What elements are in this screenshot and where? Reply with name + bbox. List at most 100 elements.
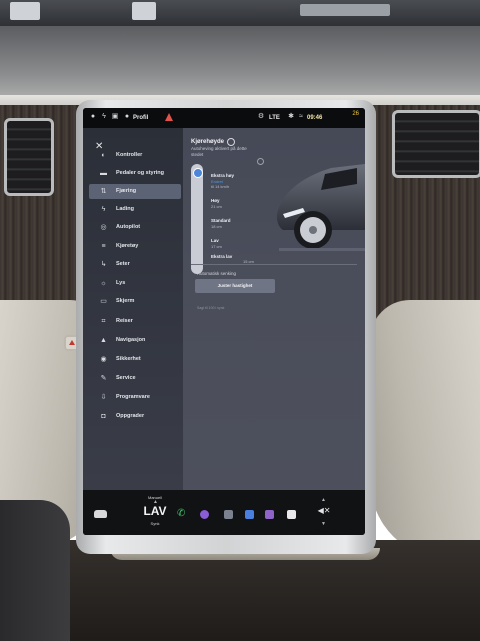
volume-down-icon[interactable]: ▼: [321, 522, 326, 527]
settings-sidebar: ✕ ◐ Kontroller ▬ Pedaler og styring ⇅ Fjæring…: [83, 128, 183, 490]
sidebar-item-label: Kontroller: [116, 152, 143, 158]
bluetooth-icon: ✱: [288, 113, 294, 120]
sidebar-item[interactable]: ✎ Service: [89, 371, 181, 386]
level-extra-high[interactable]: Ekstra høy: [211, 173, 234, 178]
navigation-icon: ▲: [100, 337, 107, 344]
sidebar-item[interactable]: ☼ Lys: [89, 276, 181, 291]
adjust-speed-button[interactable]: Juster hastighet: [195, 279, 275, 293]
sidebar-item-label: Seter: [116, 261, 130, 267]
lock-icon: ◉: [100, 356, 107, 363]
window-glare: [10, 2, 40, 20]
sidebar-item[interactable]: ▲ Navigasjon: [89, 333, 181, 348]
steering-wheel-icon: ◎: [100, 224, 107, 231]
adjust-speed-label: Juster hastighet: [217, 283, 253, 288]
car-icon[interactable]: [94, 510, 107, 518]
ride-height-knob[interactable]: [193, 168, 203, 178]
sidebar-item-label: Lading: [116, 206, 135, 212]
car-render: [276, 164, 365, 251]
level-extra-high-note: til 14 km/h: [211, 184, 230, 189]
sidebar-item[interactable]: ▭ Skjerm: [89, 294, 181, 309]
wrench-icon: ✎: [100, 375, 107, 382]
sidebar-item-label: Pedaler og styring: [116, 170, 164, 176]
knee: [0, 500, 70, 641]
sidebar-item-label: Reiser: [116, 318, 133, 324]
outside-temperature: 26: [352, 111, 359, 117]
seat-icon: ↳: [100, 261, 107, 268]
level-low[interactable]: Lav: [211, 238, 219, 243]
sidebar-item[interactable]: ϟ Lading: [89, 202, 181, 217]
info-icon[interactable]: [227, 138, 235, 146]
sidebar-item-label: Skjerm: [116, 298, 135, 304]
upper-dashboard: [0, 26, 480, 106]
lock-icon: ▣: [111, 113, 119, 120]
sidebar-item-label: Oppgrader: [116, 413, 145, 419]
sidebar-item[interactable]: ▬ Pedaler og styring: [89, 166, 181, 181]
sidebar-item[interactable]: ◘ Oppgrader: [89, 409, 181, 424]
ride-height-title: Kjørehøyde: [191, 139, 225, 145]
hazard-icon: [69, 340, 75, 345]
trips-icon: ⌗: [101, 318, 106, 325]
status-bar: ● ϟ ▣ ● Profil ⚙ LTE ✱ ≈ 09:46 26: [83, 108, 365, 128]
suspension-panel: Kjørehøyde Autoheving aktivert på dette …: [183, 128, 365, 490]
dashboard-photo: ● ϟ ▣ ● Profil ⚙ LTE ✱ ≈ 09:46 26 ✕ ◐ Kon…: [0, 0, 480, 641]
air-vent-left: [4, 118, 54, 196]
light-icon: ☼: [100, 280, 107, 287]
network-label: LTE: [269, 115, 280, 121]
phone-icon[interactable]: ✆: [177, 508, 185, 520]
suspension-icon: ⇅: [100, 188, 107, 195]
level-high-detail: 21 cm: [211, 204, 222, 209]
ride-height-slider[interactable]: [191, 164, 203, 274]
window-glare: [300, 4, 390, 16]
clock: 09:46: [307, 115, 323, 121]
sidebar-item[interactable]: ◐ Kontroller: [89, 148, 181, 163]
section-divider: [191, 264, 357, 265]
sync-label[interactable]: Synk: [143, 521, 167, 526]
car-icon: ▬: [100, 170, 107, 177]
toggle-icon: ◐: [101, 152, 106, 159]
level-standard-detail: 18 cm: [211, 224, 222, 229]
level-extra-low[interactable]: Ekstra lav: [211, 254, 232, 259]
auto-lowering-label: Automatisk senking: [197, 271, 237, 276]
profile-label[interactable]: Profil: [133, 114, 148, 122]
window-glare: [132, 2, 156, 20]
level-standard[interactable]: Standard: [211, 218, 231, 223]
bag-icon: ◘: [101, 413, 106, 420]
touchscreen: ● ϟ ▣ ● Profil ⚙ LTE ✱ ≈ 09:46 26 ✕ ◐ Kon…: [83, 108, 365, 535]
sidebar-item[interactable]: ↳ Seter: [89, 257, 181, 272]
calendar-icon[interactable]: [245, 510, 254, 519]
sliders-icon: ≡: [101, 243, 106, 250]
sidebar-item[interactable]: ⇅ Fjæring: [89, 184, 181, 199]
bolt-icon: ϟ: [101, 206, 106, 213]
sidebar-item-label: Sikkerhet: [116, 356, 141, 362]
volume-up-icon[interactable]: ▲: [321, 498, 326, 503]
bottom-dock: Manuell ▲ LAV Synk ✆ ▲ ◀✕ ▼: [83, 490, 365, 535]
sidebar-item[interactable]: ◉ Sikkerhet: [89, 352, 181, 367]
level-high[interactable]: Høy: [211, 198, 220, 203]
leather-panel-right: [370, 300, 480, 560]
sidebar-item[interactable]: ≡ Kjøretøy: [89, 239, 181, 254]
footnote: Sagt til 100 i synk: [197, 306, 225, 310]
lightning-icon: ϟ: [102, 113, 106, 120]
level-low-detail: 17 cm: [211, 244, 222, 249]
sidebar-item[interactable]: ⌗ Reiser: [89, 314, 181, 329]
display-icon: ▭: [100, 298, 107, 305]
media-icon[interactable]: [265, 510, 274, 519]
sidebar-item-label: Fjæring: [116, 188, 137, 194]
sidebar-item-label: Service: [116, 375, 136, 381]
air-vent-right: [392, 110, 480, 178]
car-status-icon: ●: [90, 113, 96, 120]
sidebar-item-label: Navigasjon: [116, 337, 146, 343]
warning-icon[interactable]: [165, 113, 173, 121]
sidebar-item-label: Programvare: [116, 394, 150, 400]
notes-icon[interactable]: [287, 510, 296, 519]
volume-mute-icon[interactable]: ◀✕: [317, 506, 331, 516]
sidebar-item-label: Lys: [116, 280, 126, 286]
sidebar-item-label: Autopilot: [116, 224, 141, 230]
sidebar-item[interactable]: ⇩ Programvare: [89, 390, 181, 405]
music-app-icon[interactable]: [200, 510, 209, 519]
person-icon: ●: [124, 113, 130, 120]
dashcam-icon[interactable]: [224, 510, 233, 519]
cabin-temperature[interactable]: LAV: [135, 504, 175, 518]
gear-icon[interactable]: ⚙: [257, 113, 265, 121]
sidebar-item[interactable]: ◎ Autopilot: [89, 220, 181, 235]
